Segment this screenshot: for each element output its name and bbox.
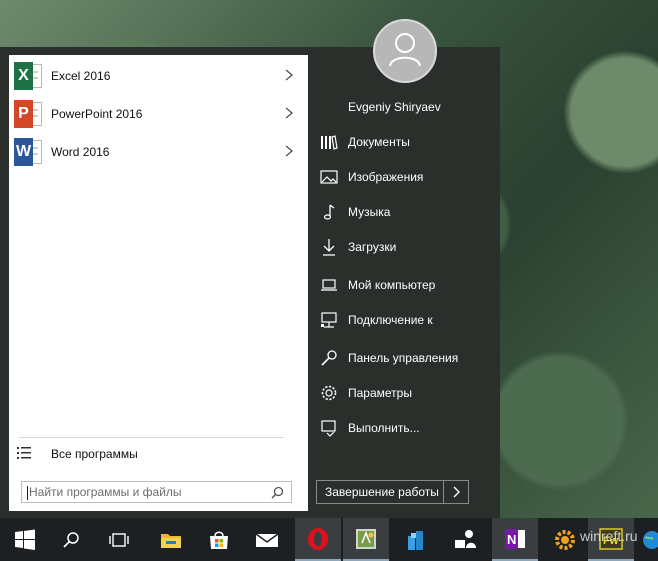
file-explorer-button[interactable]: [148, 518, 194, 561]
network-people-button[interactable]: [442, 518, 488, 561]
app-label: Word 2016: [51, 145, 110, 159]
chevron-right-icon[interactable]: [282, 144, 296, 158]
place-music[interactable]: Музыка: [318, 200, 390, 224]
text-cursor: [27, 486, 28, 500]
shutdown-label: Завершение работы: [325, 485, 439, 499]
search-icon[interactable]: [271, 486, 284, 499]
app-button[interactable]: [343, 518, 389, 561]
user-icon: [389, 33, 421, 67]
place-connect-to[interactable]: Подключение к: [318, 308, 433, 332]
taskbar: N Fw: [0, 518, 658, 561]
task-view-icon: [109, 532, 129, 547]
network-icon: [318, 310, 340, 330]
user-name: Evgeniy Shiryaev: [348, 100, 441, 114]
mail-icon: [255, 532, 279, 547]
avatar[interactable]: [373, 19, 437, 83]
app-item-word[interactable]: W Word 2016: [9, 133, 308, 171]
place-control-panel[interactable]: Панель управления: [318, 346, 458, 370]
store-button[interactable]: [196, 518, 242, 561]
download-icon: [318, 237, 340, 257]
shutdown-button[interactable]: Завершение работы: [316, 480, 469, 504]
excel-icon: X: [14, 62, 42, 90]
app-icon: [356, 528, 376, 549]
settings-gear-icon: [555, 529, 575, 550]
windows-start-button[interactable]: [2, 518, 48, 561]
all-programs-label: Все программы: [51, 447, 138, 461]
start-menu-left-pane: X Excel 2016 P PowerPoint 2016 W Word 20…: [9, 55, 308, 511]
place-label: Изображения: [348, 170, 424, 184]
place-label: Документы: [348, 135, 410, 149]
app-label: PowerPoint 2016: [51, 107, 143, 121]
app-label: Excel 2016: [51, 69, 111, 83]
shutdown-options-button[interactable]: [444, 486, 468, 498]
place-label: Мой компьютер: [348, 278, 436, 292]
search-icon: [63, 531, 79, 548]
place-label: Панель управления: [348, 351, 459, 365]
app-item-powerpoint[interactable]: P PowerPoint 2016: [9, 95, 308, 133]
blocks-app-button[interactable]: [394, 518, 440, 561]
pictures-icon: [318, 167, 340, 187]
chevron-right-icon[interactable]: [282, 68, 296, 82]
onenote-icon: N: [505, 528, 525, 549]
search-placeholder: Найти программы и файлы: [29, 485, 182, 499]
globe-icon: [643, 530, 658, 549]
all-programs-button[interactable]: Все программы: [9, 443, 308, 465]
laptop-icon: [318, 275, 340, 295]
gear-icon: [318, 383, 340, 403]
place-my-computer[interactable]: Мой компьютер: [318, 273, 435, 297]
svg-text:N: N: [507, 532, 516, 547]
file-explorer-icon: [161, 533, 181, 548]
word-icon: W: [14, 138, 42, 166]
list-icon: [17, 447, 31, 459]
place-label: Параметры: [348, 386, 412, 400]
opera-button[interactable]: [295, 518, 341, 561]
blocks-icon: [408, 530, 423, 550]
taskbar-search-button[interactable]: [48, 518, 94, 561]
windows-start-icon: [15, 529, 35, 550]
place-documents[interactable]: Документы: [318, 130, 410, 154]
watermark: winreft.ru: [580, 528, 638, 544]
wrench-icon: [318, 348, 340, 368]
powerpoint-icon: P: [14, 100, 42, 128]
place-label: Загрузки: [348, 240, 397, 254]
place-downloads[interactable]: Загрузки: [318, 235, 396, 259]
music-note-icon: [318, 202, 340, 222]
search-input[interactable]: Найти программы и файлы: [21, 481, 292, 503]
task-view-button[interactable]: [96, 518, 142, 561]
network-people-icon: [455, 529, 476, 548]
run-icon: [318, 418, 340, 438]
place-pictures[interactable]: Изображения: [318, 165, 423, 189]
place-run[interactable]: Выполнить...: [318, 416, 420, 440]
place-label: Музыка: [348, 205, 391, 219]
chevron-right-icon[interactable]: [282, 106, 296, 120]
library-icon: [318, 132, 340, 152]
onenote-button[interactable]: N: [492, 518, 538, 561]
place-label: Выполнить...: [348, 421, 420, 435]
user-name-item[interactable]: Evgeniy Shiryaev: [318, 95, 441, 119]
app-item-excel[interactable]: X Excel 2016: [9, 57, 308, 95]
chevron-right-icon: [453, 486, 460, 498]
place-label: Подключение к: [348, 313, 433, 327]
mail-button[interactable]: [244, 518, 290, 561]
opera-icon: [308, 527, 328, 550]
divider: [19, 437, 284, 438]
store-icon: [210, 531, 228, 549]
place-settings[interactable]: Параметры: [318, 381, 412, 405]
globe-button[interactable]: [636, 518, 658, 561]
